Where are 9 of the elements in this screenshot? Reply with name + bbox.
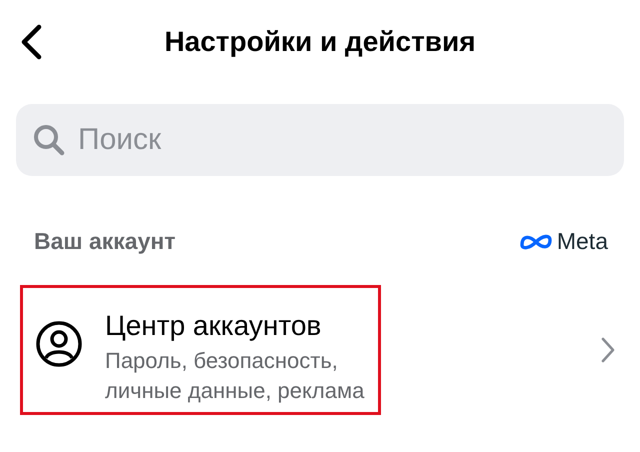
section-title: Ваш аккаунт (34, 228, 176, 255)
infinity-logo-icon (518, 232, 553, 250)
chevron-icon[interactable] (600, 336, 616, 364)
search-field[interactable]: Поиск (16, 104, 624, 176)
item-subtitle: Пароль, безопасность, личные данные, реклама (105, 347, 364, 405)
brand-name: Meta (556, 228, 608, 255)
profile-icon (35, 320, 83, 368)
item-title[interactable]: Центр аккаунтов (105, 310, 364, 342)
page-title: Настройки и действия (164, 26, 476, 58)
